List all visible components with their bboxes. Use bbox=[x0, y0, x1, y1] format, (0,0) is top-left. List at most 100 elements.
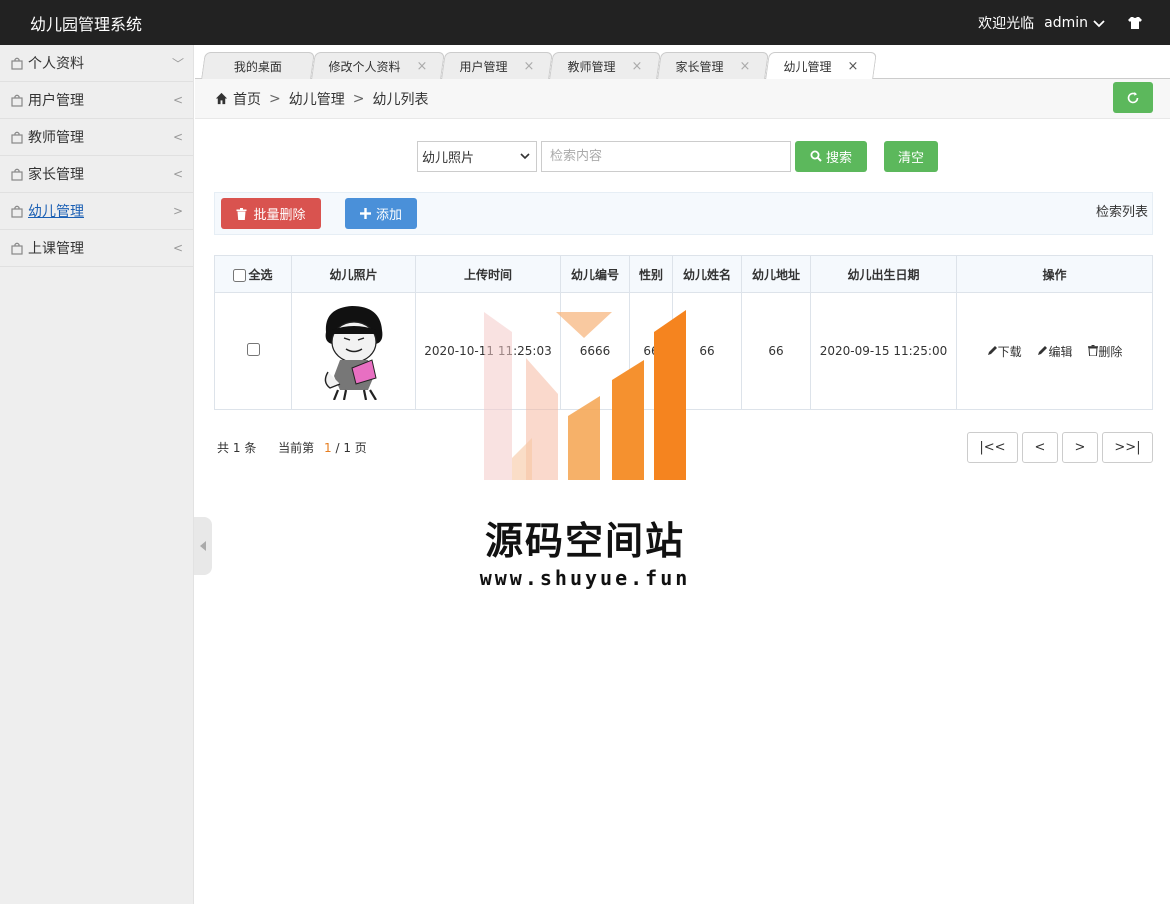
sidebar-item-users[interactable]: 用户管理 < bbox=[0, 82, 193, 119]
sidebar-item-label: 教师管理 bbox=[28, 130, 84, 146]
pencil-icon bbox=[1038, 345, 1048, 355]
search-field-select[interactable]: 幼儿照片 bbox=[417, 140, 537, 172]
sidebar-item-teachers[interactable]: 教师管理 < bbox=[0, 119, 193, 156]
child-photo[interactable] bbox=[318, 302, 390, 401]
search-icon bbox=[810, 150, 822, 162]
bag-icon bbox=[11, 131, 23, 144]
first-page-button[interactable]: |<< bbox=[967, 432, 1018, 463]
batch-delete-label: 批量删除 bbox=[253, 208, 306, 223]
bag-icon bbox=[11, 205, 23, 218]
trash-icon bbox=[236, 207, 247, 220]
close-icon[interactable]: × bbox=[848, 59, 859, 74]
sidebar-item-children[interactable]: 幼儿管理 > bbox=[0, 193, 193, 230]
sidebar-item-classes[interactable]: 上课管理 < bbox=[0, 230, 193, 267]
chevron-icon: ﹀ bbox=[171, 56, 184, 71]
refresh-icon bbox=[1127, 91, 1139, 103]
list-toolbar: 批量删除 添加 检索列表 bbox=[214, 192, 1153, 235]
edit-link[interactable]: 编辑 bbox=[1037, 345, 1073, 359]
delete-label: 删除 bbox=[1098, 344, 1123, 359]
chevron-icon: < bbox=[172, 93, 184, 107]
chevron-icon: < bbox=[172, 130, 184, 144]
next-page-button[interactable]: > bbox=[1062, 432, 1098, 463]
top-header: 幼儿园管理系统 欢迎光临 admin bbox=[0, 0, 1170, 45]
breadcrumb-separator: > bbox=[269, 90, 281, 107]
pager: |<< < > >>| bbox=[963, 432, 1153, 463]
search-field-value: 幼儿照片 bbox=[422, 150, 475, 166]
select-all-checkbox[interactable] bbox=[233, 268, 247, 282]
tab-label: 修改个人资料 bbox=[328, 59, 401, 74]
bag-icon bbox=[11, 242, 23, 255]
sidebar-collapse-handle[interactable] bbox=[194, 517, 212, 575]
tab-user-management[interactable]: 用户管理 × bbox=[441, 52, 553, 79]
last-page-button[interactable]: >>| bbox=[1102, 432, 1153, 463]
sidebar-item-label: 上课管理 bbox=[28, 241, 84, 257]
close-icon[interactable]: × bbox=[739, 59, 750, 74]
column-header: 全选 bbox=[248, 267, 273, 282]
bag-icon bbox=[11, 94, 23, 107]
close-icon[interactable]: × bbox=[523, 59, 534, 74]
column-header: 上传时间 bbox=[415, 255, 561, 293]
page-info: 共 1 条 当前第 1 / 1 页 bbox=[217, 439, 367, 456]
total-pages: / 1 页 bbox=[335, 441, 367, 455]
bag-icon bbox=[11, 57, 23, 70]
app-title: 幼儿园管理系统 bbox=[30, 14, 143, 34]
clear-button-label: 清空 bbox=[897, 150, 924, 166]
address-cell: 66 bbox=[741, 292, 811, 410]
search-input[interactable] bbox=[541, 140, 791, 172]
current-prefix: 当前第 bbox=[278, 441, 315, 455]
chevron-icon: < bbox=[172, 167, 184, 181]
current-page: 1 bbox=[324, 441, 332, 455]
column-header: 幼儿照片 bbox=[291, 255, 416, 293]
user-menu[interactable]: admin bbox=[1044, 15, 1088, 31]
refresh-button[interactable] bbox=[1113, 82, 1153, 113]
download-link[interactable]: 下载 bbox=[987, 345, 1022, 359]
column-header: 性别 bbox=[629, 255, 673, 293]
toolbar-title: 检索列表 bbox=[1095, 205, 1148, 220]
tab-bar: 我的桌面 修改个人资料 × 用户管理 × 教师管理 × 家长管理 × 幼儿管理 × bbox=[195, 45, 1170, 80]
watermark-logo bbox=[484, 310, 686, 480]
tab-child-management[interactable]: 幼儿管理 × bbox=[765, 52, 877, 80]
close-icon[interactable]: × bbox=[416, 59, 427, 74]
sidebar-item-label: 家长管理 bbox=[28, 167, 84, 183]
breadcrumb-home[interactable]: 首页 bbox=[233, 89, 261, 109]
caret-left-icon bbox=[200, 541, 206, 551]
tab-teacher-management[interactable]: 教师管理 × bbox=[549, 52, 661, 79]
prev-page-button[interactable]: < bbox=[1022, 432, 1058, 463]
clear-button[interactable]: 清空 bbox=[884, 140, 938, 172]
trash-icon bbox=[1088, 344, 1099, 356]
chevron-down-icon[interactable] bbox=[1092, 16, 1106, 30]
search-button[interactable]: 搜索 bbox=[795, 140, 867, 172]
theme-shirt-icon[interactable] bbox=[1126, 14, 1144, 32]
tab-label: 我的桌面 bbox=[233, 59, 282, 74]
tab-parent-management[interactable]: 家长管理 × bbox=[657, 52, 769, 79]
tab-label: 幼儿管理 bbox=[783, 59, 832, 74]
home-icon bbox=[215, 92, 228, 105]
column-header: 幼儿编号 bbox=[560, 255, 630, 293]
tab-edit-profile[interactable]: 修改个人资料 × bbox=[311, 52, 445, 79]
sidebar-item-profile[interactable]: 个人资料 ﹀ bbox=[0, 45, 193, 82]
column-header: 幼儿出生日期 bbox=[810, 255, 957, 293]
tab-label: 用户管理 bbox=[459, 59, 508, 74]
tab-label: 教师管理 bbox=[567, 59, 616, 74]
welcome-text: 欢迎光临 bbox=[978, 15, 1035, 32]
pencil-icon bbox=[987, 345, 997, 355]
download-label: 下载 bbox=[997, 344, 1022, 359]
header-right: 欢迎光临 admin bbox=[978, 0, 1170, 45]
table-header-row: 全选 幼儿照片 上传时间 幼儿编号 性别 幼儿姓名 幼儿地址 幼儿出生日期 操作 bbox=[214, 255, 1153, 293]
chevron-icon: < bbox=[172, 241, 184, 255]
close-icon[interactable]: × bbox=[631, 59, 642, 74]
sidebar-item-parents[interactable]: 家长管理 < bbox=[0, 156, 193, 193]
sidebar-item-label: 幼儿管理 bbox=[28, 204, 84, 220]
batch-delete-button[interactable]: 批量删除 bbox=[221, 198, 321, 229]
tab-desktop[interactable]: 我的桌面 bbox=[201, 52, 315, 79]
watermark-url: www.shuyue.fun bbox=[479, 566, 691, 590]
sidebar-item-label: 个人资料 bbox=[28, 56, 84, 72]
delete-link[interactable]: 删除 bbox=[1088, 344, 1123, 359]
sidebar-item-label: 用户管理 bbox=[28, 93, 84, 109]
breadcrumb-level1[interactable]: 幼儿管理 bbox=[289, 89, 345, 109]
row-checkbox[interactable] bbox=[246, 343, 260, 356]
add-button[interactable]: 添加 bbox=[345, 198, 417, 229]
column-select-all[interactable]: 全选 bbox=[214, 255, 292, 293]
watermark-title: 源码空间站 bbox=[484, 519, 685, 563]
column-header: 幼儿地址 bbox=[741, 255, 811, 293]
